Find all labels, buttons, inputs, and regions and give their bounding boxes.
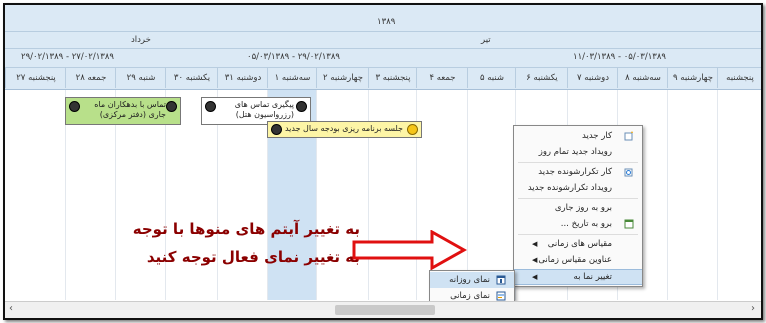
appointment-title: تماس با بدهکاران ماه — [94, 100, 166, 109]
scheduler-window: ۱۳۸۹ خرداد تیر ۲۹/۰۲/۱۳۸۹ - ۲۷/۰۲/۱۳۸۹ ۰… — [3, 3, 763, 320]
submenu-arrow-icon: ◀ — [532, 256, 538, 264]
menu-item-time-scale-captions[interactable]: ◀ عناوین مقیاس زمانی — [514, 252, 642, 268]
menu-item-goto-date[interactable]: برو به تاریخ ... — [514, 216, 642, 232]
day-header[interactable]: ۲۸ جمعه — [65, 68, 116, 88]
clock-icon — [69, 101, 80, 112]
year-label: ۱۳۸۹ — [377, 17, 396, 27]
clock-icon — [407, 124, 418, 135]
menu-item-new-recurring-task[interactable]: کار تکرارشونده جدید — [514, 164, 642, 180]
submenu-arrow-icon: ◀ — [532, 273, 538, 281]
scroll-left-icon[interactable]: ‹ — [9, 303, 13, 314]
menu-item-new-allday-event[interactable]: رویداد جدید تمام روز — [514, 144, 642, 160]
day-header[interactable]: ۲۹ شنبه — [115, 68, 166, 88]
appointment-debtors-call[interactable]: تماس با بدهکاران ماه جاری (دفتر مرکزی) — [65, 97, 181, 125]
day-header[interactable]: ۹ چهارشنبه — [667, 68, 718, 88]
menu-item-time-scales[interactable]: ◀ مقیاس های زمانی — [514, 236, 642, 252]
month-label-khordad: خرداد — [131, 35, 151, 45]
appointment-title: پیگیری تماس های — [234, 100, 294, 109]
scrollbar-thumb[interactable] — [335, 305, 435, 315]
goto-date-icon — [624, 219, 634, 229]
day-header[interactable]: ۲ چهارشنبه — [316, 68, 369, 88]
context-menu: کار جدید رویداد جدید تمام روز کار تکرارش… — [513, 125, 643, 287]
week-range-3: ۱۱/۰۳/۱۳۸۹ - ۰۵/۰۳/۱۳۸۹ — [573, 52, 666, 62]
callout-line-1: به تغییر آیتم های منوها با توجه — [132, 220, 360, 238]
day-header[interactable]: ۲۷ پنجشنبه — [5, 68, 66, 88]
day-header[interactable]: ۵ شنبه — [467, 68, 516, 88]
day-header[interactable]: ۳ پنجشنبه — [368, 68, 417, 88]
arrow-icon — [352, 230, 467, 270]
day-header[interactable]: ۳۱ دوشنبه — [217, 68, 268, 88]
day-header[interactable]: پنجشنبه — [717, 68, 761, 88]
new-task-icon — [624, 131, 633, 141]
week-range-1: ۲۹/۰۲/۱۳۸۹ - ۲۷/۰۲/۱۳۸۹ — [21, 52, 114, 62]
appointment-budget-meeting[interactable]: جلسه برنامه ریزی بودجه سال جدید — [267, 121, 422, 138]
timeline-view-icon — [496, 291, 506, 301]
clock-icon — [205, 101, 216, 112]
day-header[interactable]: ۳۰ یکشنبه — [165, 68, 218, 88]
day-header[interactable]: ۸ سه‌شنبه — [617, 68, 668, 88]
day-header[interactable]: ۷ دوشنبه — [567, 68, 618, 88]
menu-item-new-task[interactable]: کار جدید — [514, 128, 642, 144]
day-view-icon — [496, 275, 506, 285]
callout-line-2: به تغییر نمای فعال توجه کنید — [146, 248, 360, 266]
week-range-2: ۰۵/۰۳/۱۳۸۹ - ۲۹/۰۲/۱۳۸۹ — [247, 52, 340, 62]
clock-icon — [271, 124, 282, 135]
menu-item-goto-today[interactable]: برو به روز جاری — [514, 200, 642, 216]
submenu-arrow-icon: ◀ — [532, 240, 538, 248]
appointment-subtitle: (رزرواسیون هتل) — [235, 110, 294, 119]
instruction-callout: به تغییر آیتم های منوها با توجه به تغییر… — [120, 215, 360, 271]
timeline-header: ۱۳۸۹ خرداد تیر ۲۹/۰۲/۱۳۸۹ - ۲۷/۰۲/۱۳۸۹ ۰… — [5, 5, 761, 90]
menu-item-new-recurring-event[interactable]: رویداد تکرارشونده جدید — [514, 180, 642, 196]
horizontal-scrollbar[interactable]: ‹ › — [5, 301, 761, 318]
recurring-task-icon — [624, 168, 633, 177]
menu-item-day-view[interactable]: نمای روزانه — [430, 272, 514, 288]
day-header[interactable]: ۴ جمعه — [416, 68, 468, 88]
appointment-subtitle: جاری (دفتر مرکزی) — [99, 110, 166, 119]
appointment-title: جلسه برنامه ریزی بودجه سال جدید — [284, 124, 403, 133]
scroll-right-icon[interactable]: › — [751, 303, 755, 314]
month-label-tir: تیر — [481, 35, 491, 45]
clock-icon — [166, 101, 177, 112]
clock-icon — [296, 101, 307, 112]
menu-item-change-view-to[interactable]: ◀ تغییر نما به — [514, 269, 642, 285]
day-header[interactable]: ۱ سه‌شنبه — [267, 68, 317, 88]
day-header[interactable]: ۶ یکشنبه — [515, 68, 568, 88]
